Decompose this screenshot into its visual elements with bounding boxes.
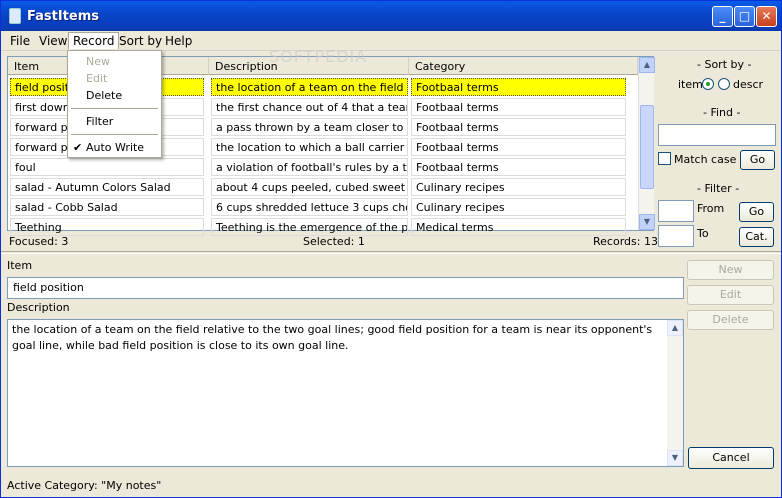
cell-item[interactable]: Teething: [10, 218, 204, 236]
detail-description-label: Description: [7, 301, 70, 314]
checkmark-icon: ✔: [73, 141, 83, 154]
filter-category-button[interactable]: Cat.: [739, 227, 774, 247]
find-input[interactable]: [658, 124, 776, 146]
minimize-button[interactable]: _: [712, 6, 733, 27]
cell-description[interactable]: a violation of football's rules by a tea…: [211, 158, 408, 176]
match-case-label: Match case: [674, 153, 737, 166]
filter-title: - Filter -: [697, 182, 740, 195]
menu-help[interactable]: Help: [165, 34, 192, 48]
table-row[interactable]: salad - Cobb Salad 6 cups shredded lettuc…: [8, 197, 636, 217]
sort-item-label: item: [678, 78, 703, 91]
menu-view[interactable]: View: [39, 34, 67, 48]
filter-from-input[interactable]: [658, 200, 694, 222]
description-text: the location of a team on the field rela…: [12, 323, 653, 352]
record-menu-dropdown: New Edit Delete Filter ✔ Auto Write: [67, 50, 162, 158]
status-records: Records: 13: [593, 235, 658, 248]
cell-item[interactable]: salad - Autumn Colors Salad: [10, 178, 204, 196]
main-window: FastItems _ □ ✕ File View Record Sort by…: [0, 0, 782, 498]
delete-button[interactable]: Delete: [687, 310, 774, 330]
detail-item-label: Item: [7, 259, 33, 272]
match-case-checkbox[interactable]: [658, 152, 671, 165]
sort-by-title: - Sort by -: [697, 58, 752, 71]
detail-description-field[interactable]: the location of a team on the field rela…: [7, 319, 684, 467]
detail-item-field[interactable]: field position: [7, 277, 684, 299]
cell-description[interactable]: the location to which a ball carrier has…: [211, 138, 408, 156]
cell-item[interactable]: salad - Cobb Salad: [10, 198, 204, 216]
record-menu-separator: [71, 134, 158, 135]
sort-item-radio[interactable]: [702, 78, 714, 90]
desc-scroll-down-icon[interactable]: ▼: [667, 450, 683, 466]
cell-category[interactable]: Footbaal terms: [411, 118, 626, 136]
record-menu-separator: [71, 108, 158, 109]
panel-splitter[interactable]: [1, 251, 781, 254]
record-menu-new[interactable]: New: [86, 55, 110, 68]
filter-from-label: From: [697, 202, 725, 215]
table-row[interactable]: salad - Autumn Colors Salad about 4 cups …: [8, 177, 636, 197]
menu-sort-by[interactable]: Sort by: [119, 34, 162, 48]
filter-to-label: To: [697, 227, 709, 240]
cancel-button[interactable]: Cancel: [688, 447, 774, 469]
cell-category[interactable]: Footbaal terms: [411, 78, 626, 96]
sort-descr-label: descr: [733, 78, 764, 91]
close-button[interactable]: ✕: [756, 6, 777, 27]
app-icon: [9, 8, 21, 24]
record-menu-auto-write[interactable]: Auto Write: [86, 141, 144, 154]
cell-category[interactable]: Footbaal terms: [411, 158, 626, 176]
menu-bar: File View Record Sort by Help: [1, 31, 781, 51]
record-menu-edit[interactable]: Edit: [86, 72, 107, 85]
table-row[interactable]: Teething Teething is the emergence of the…: [8, 217, 636, 237]
filter-to-input[interactable]: [658, 225, 694, 247]
cell-category[interactable]: Medical terms: [411, 218, 626, 236]
grid-scrollbar[interactable]: ▲ ▼: [638, 57, 655, 230]
softpedia-watermark: SOFTPEDIA: [269, 47, 368, 66]
maximize-button[interactable]: □: [734, 6, 755, 27]
active-category-status: Active Category: "My notes": [7, 479, 162, 492]
scroll-up-icon[interactable]: ▲: [639, 57, 655, 73]
record-menu-filter[interactable]: Filter: [86, 115, 113, 128]
cell-description[interactable]: about 4 cups peeled, cubed sweet pota: [211, 178, 408, 196]
desc-scroll-up-icon[interactable]: ▲: [667, 320, 683, 336]
scroll-thumb[interactable]: [640, 105, 654, 189]
side-panel: - Sort by - item descr - Find - Match ca…: [656, 51, 781, 251]
new-button[interactable]: New: [687, 260, 774, 280]
cell-category[interactable]: Culinary recipes: [411, 198, 626, 216]
menu-file[interactable]: File: [10, 34, 30, 48]
cell-item[interactable]: foul: [10, 158, 204, 176]
scroll-down-icon[interactable]: ▼: [639, 214, 655, 230]
window-title: FastItems: [27, 9, 99, 24]
column-header-category[interactable]: Category: [409, 57, 638, 75]
cell-description[interactable]: the location of a team on the field rela…: [211, 78, 408, 96]
cell-description[interactable]: the first chance out of 4 that a team on: [211, 98, 408, 116]
cell-category[interactable]: Footbaal terms: [411, 98, 626, 116]
find-title: - Find -: [703, 106, 741, 119]
status-selected: Selected: 1: [303, 235, 365, 248]
edit-button[interactable]: Edit: [687, 285, 774, 305]
table-row[interactable]: foul a violation of football's rules by a…: [8, 157, 636, 177]
status-focused: Focused: 3: [9, 235, 69, 248]
cell-description[interactable]: Teething is the emergence of the primai: [211, 218, 408, 236]
cell-category[interactable]: Culinary recipes: [411, 178, 626, 196]
description-scrollbar[interactable]: ▲ ▼: [667, 320, 683, 466]
cell-description[interactable]: 6 cups shredded lettuce 3 cups choppe: [211, 198, 408, 216]
find-go-button[interactable]: Go: [740, 150, 775, 170]
record-menu-delete[interactable]: Delete: [86, 89, 122, 102]
cell-description[interactable]: a pass thrown by a team closer to the c: [211, 118, 408, 136]
filter-go-button[interactable]: Go: [739, 202, 774, 222]
sort-descr-radio[interactable]: [718, 78, 730, 90]
title-bar: FastItems _ □ ✕: [1, 1, 781, 31]
menu-record[interactable]: Record: [68, 32, 120, 49]
cell-category[interactable]: Footbaal terms: [411, 138, 626, 156]
